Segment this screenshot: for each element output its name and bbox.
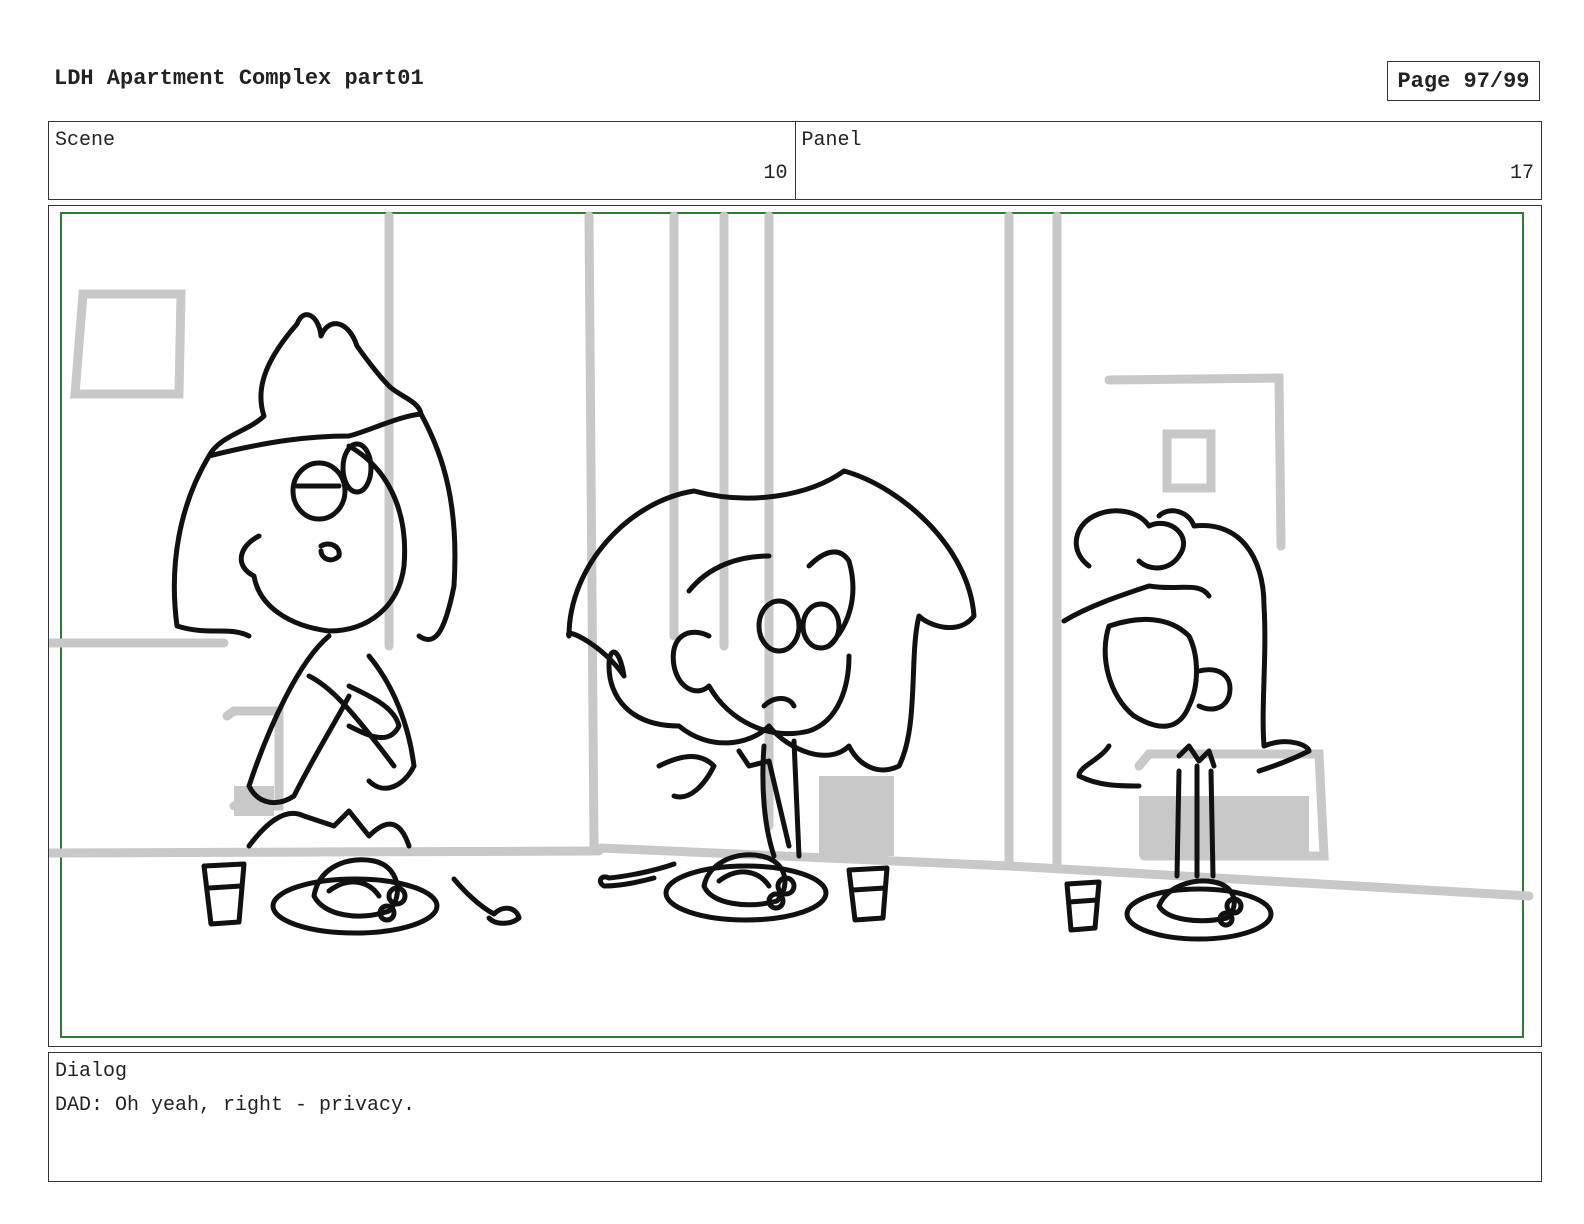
glass-left: [201, 861, 247, 927]
plate-right: [1124, 886, 1274, 942]
storyboard-sketch: [49, 211, 1534, 1038]
dialog-label: Dialog: [55, 1060, 128, 1083]
document-title: LDH Apartment Complex part01: [54, 66, 424, 91]
fork-middle: [597, 861, 677, 889]
characters: [171, 312, 1312, 879]
page-number-box: Page 97/99: [1387, 61, 1540, 101]
panel-cell: Panel 17: [794, 122, 1542, 199]
panel-label: Panel: [801, 129, 862, 152]
panel-number: 17: [1509, 162, 1534, 185]
scene-cell: Scene 10: [49, 122, 795, 199]
glass-right: [1064, 879, 1102, 933]
fork-left: [451, 876, 522, 926]
scene-panel-info-row: Scene 10 Panel 17: [48, 121, 1542, 200]
dialog-box: Dialog DAD: Oh yeah, right - privacy.: [48, 1052, 1542, 1182]
dialog-text: DAD: Oh yeah, right - privacy.: [55, 1094, 416, 1117]
glass-middle: [846, 865, 890, 923]
character-left: [171, 312, 458, 849]
scene-number: 10: [763, 162, 788, 185]
storyboard-panel: [48, 205, 1542, 1047]
plate-left: [270, 876, 440, 936]
scene-label: Scene: [55, 129, 116, 152]
